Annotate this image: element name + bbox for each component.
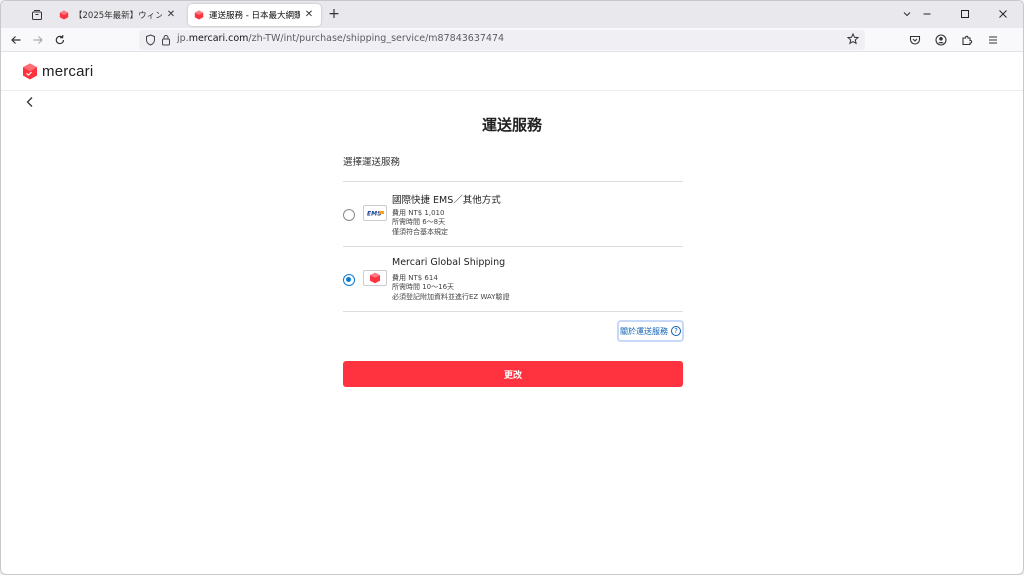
about-shipping-link[interactable]: 關於運送服務 ?: [617, 320, 684, 342]
toolbar: [907, 31, 1001, 49]
mercari-favicon-icon: [59, 10, 69, 20]
forward-arrow-icon[interactable]: [29, 31, 47, 49]
extensions-icon[interactable]: [959, 31, 975, 49]
option-title: 國際快捷 EMS／其他方式: [392, 195, 501, 206]
tab-shipping-service[interactable]: 運送服務 - 日本最大網購市集 ✕: [188, 4, 321, 26]
address-bar[interactable]: jp.mercari.com/zh-TW/int/purchase/shippi…: [139, 30, 865, 50]
help-icon: ?: [671, 326, 681, 336]
account-icon[interactable]: [933, 31, 949, 49]
about-shipping-label: 關於運送服務: [620, 326, 668, 336]
close-window-icon[interactable]: [993, 5, 1013, 23]
close-icon[interactable]: ✕: [165, 9, 177, 21]
tab-title: 運送服務 - 日本最大網購市集: [209, 11, 300, 21]
page-title: 運送服務: [481, 116, 542, 134]
tab-list-icon[interactable]: [27, 5, 47, 25]
option-title: Mercari Global Shipping: [392, 257, 506, 268]
tab-strip: 【2025年最新】ウィンゲガン ✕ 運送服務 - 日本最大網購市集 ✕ +: [1, 1, 1023, 28]
shipping-option-ems[interactable]: EMS 國際快捷 EMS／其他方式 費用 NT$ 1,010 所需時間 6～8天…: [343, 182, 683, 247]
url-text: jp.mercari.com/zh-TW/int/purchase/shippi…: [177, 33, 505, 44]
option-note: 必須登記附加資料並進行EZ WAY驗證: [392, 293, 510, 301]
tab-wingegan[interactable]: 【2025年最新】ウィンゲガン ✕: [53, 4, 183, 26]
back-arrow-icon[interactable]: [7, 31, 25, 49]
radio-ems[interactable]: [343, 209, 355, 221]
tab-title: 【2025年最新】ウィンゲガン: [74, 11, 162, 21]
close-icon[interactable]: ✕: [303, 9, 315, 21]
mercari-logo[interactable]: mercari: [22, 63, 93, 80]
section-label: 選擇運送服務: [343, 157, 401, 168]
shipping-options-list: EMS 國際快捷 EMS／其他方式 費用 NT$ 1,010 所需時間 6～8天…: [343, 181, 683, 312]
chevron-down-icon[interactable]: [899, 6, 915, 22]
menu-icon[interactable]: [985, 31, 1001, 49]
mercari-favicon-icon: [194, 10, 204, 20]
lock-icon[interactable]: [161, 34, 171, 46]
navigation-bar: jp.mercari.com/zh-TW/int/purchase/shippi…: [1, 28, 1023, 52]
change-button[interactable]: 更改: [343, 361, 683, 387]
mercari-box-icon: [363, 270, 387, 286]
option-duration: 所需時間 10～16天: [392, 283, 455, 291]
shipping-option-mercari-global[interactable]: Mercari Global Shipping 費用 NT$ 614 所需時間 …: [343, 247, 683, 312]
option-note: 僅須符合基本規定: [392, 228, 448, 236]
option-duration: 所需時間 6～8天: [392, 218, 446, 226]
radio-mercari-global[interactable]: [343, 274, 355, 286]
bookmark-star-icon[interactable]: [847, 33, 859, 45]
site-header: mercari: [1, 53, 1023, 91]
logo-text: mercari: [42, 63, 94, 80]
reload-icon[interactable]: [51, 31, 69, 49]
minimize-icon[interactable]: [917, 5, 937, 23]
pocket-icon[interactable]: [907, 31, 923, 49]
new-tab-button[interactable]: +: [326, 6, 342, 22]
shield-icon[interactable]: [145, 34, 156, 46]
maximize-icon[interactable]: [955, 5, 975, 23]
back-chevron-icon[interactable]: [23, 95, 37, 109]
browser-window: 【2025年最新】ウィンゲガン ✕ 運送服務 - 日本最大網購市集 ✕ +: [0, 0, 1024, 575]
ems-logo-icon: EMS: [363, 205, 387, 221]
window-controls: [917, 5, 1013, 23]
mercari-logo-icon: [23, 63, 37, 80]
